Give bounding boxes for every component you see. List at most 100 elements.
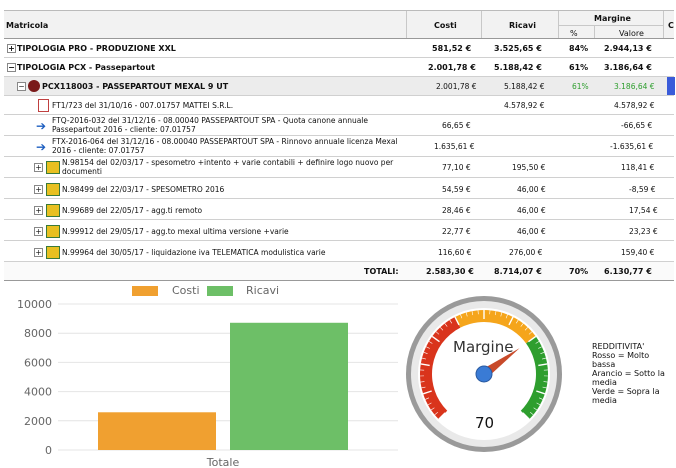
row-valore: -66,65 € [621, 121, 653, 130]
row-costi: 1.635,61 € [434, 142, 475, 151]
header-costi[interactable]: Costi [434, 21, 457, 30]
product-icon [28, 80, 40, 92]
row-ricavi: 5.188,42 € [504, 82, 545, 91]
header-extra[interactable]: C [668, 21, 674, 30]
row-ricavi: 4.578,92 € [504, 101, 545, 110]
y-tick-label: 4000 [24, 386, 52, 399]
row-valore: 2.944,13 € [604, 44, 652, 53]
gauge-min-label: 0 [450, 406, 456, 416]
row-costi: 22,77 € [442, 227, 471, 236]
y-tick-label: 6000 [24, 356, 52, 369]
y-tick-label: 10000 [17, 298, 52, 311]
expand-icon[interactable]: + [34, 227, 43, 236]
row-valore: 4.578,92 € [614, 101, 655, 110]
row-costi: 77,10 € [442, 163, 471, 172]
row-ricavi: 5.188,42 € [494, 63, 542, 72]
header-valore[interactable]: Valore [619, 29, 644, 38]
row-valore: 3.186,64 € [614, 82, 655, 91]
row-pct: 84% [569, 44, 589, 53]
row-label: N.98499 del 22/03/17 - SPESOMETRO 2016 [62, 185, 225, 194]
table-row[interactable]: FT1/723 del 31/10/16 - 007.01757 MATTEI … [4, 96, 674, 115]
header-percent[interactable]: % [570, 29, 578, 38]
bar-costi [98, 412, 216, 450]
row-costi: 28,46 € [442, 206, 471, 215]
row-label: PCX118003 - PASSEPARTOUT MEXAL 9 UT [42, 82, 229, 91]
expand-icon[interactable]: + [34, 163, 43, 172]
note-rosso: Rosso = Molto bassa [592, 351, 650, 369]
arrow-right-icon: ➔ [36, 119, 47, 133]
row-ricavi: 46,00 € [517, 206, 546, 215]
table-row[interactable]: − PCX118003 - PASSEPARTOUT MEXAL 9 UT 2.… [4, 77, 675, 96]
task-icon [46, 204, 60, 217]
table-row[interactable]: ➔ FTQ-2016-032 del 31/12/16 - 08.00040 P… [4, 115, 674, 136]
table-header: Matricola Costi Ricavi Margine % Valore … [4, 10, 674, 39]
header-matricola[interactable]: Matricola [6, 21, 48, 30]
table-row[interactable]: + N.98154 del 02/03/17 - spesometro +int… [4, 157, 674, 178]
header-margine[interactable]: Margine [594, 14, 631, 23]
table-row[interactable]: + TIPOLOGIA PRO - PRODUZIONE XXL 581,52 … [4, 39, 674, 58]
totals-label: TOTALI: [364, 267, 399, 276]
note-verde: Verde = Sopra la media [592, 387, 660, 405]
row-label: FTQ-2016-032 del 31/12/16 - 08.00040 PAS… [52, 116, 368, 134]
row-label: FTX-2016-064 del 31/12/16 - 08.00040 PAS… [52, 137, 398, 155]
gauge-title: Margine [453, 338, 514, 356]
row-valore: 17,54 € [629, 206, 658, 215]
y-tick-label: 8000 [24, 327, 52, 340]
row-valore: 3.186,64 € [604, 63, 652, 72]
row-ricavi: 195,50 € [512, 163, 546, 172]
bar-ricavi [230, 322, 348, 450]
row-pct: 61% [569, 63, 589, 72]
document-icon [38, 99, 49, 112]
expand-icon[interactable]: + [34, 185, 43, 194]
row-label: TIPOLOGIA PCX - Passepartout [17, 63, 155, 72]
row-valore: 23,23 € [629, 227, 658, 236]
note-title: REDDITIVITA' [592, 342, 645, 351]
row-pct: 61% [572, 82, 589, 91]
expand-icon[interactable]: + [34, 248, 43, 257]
y-tick-label: 2000 [24, 415, 52, 428]
expand-icon[interactable]: + [7, 44, 16, 53]
note-arancio: Arancio = Sotto la media [592, 369, 665, 387]
row-label: FT1/723 del 31/10/16 - 007.01757 MATTEI … [52, 101, 234, 110]
bar-chart: Costi Ricavi 0 2000 4000 6000 8000 10000 Total… [0, 280, 400, 468]
totals-costi: 2.583,30 € [426, 267, 474, 276]
row-costi: 54,59 € [442, 185, 471, 194]
table-row[interactable]: + N.98499 del 22/03/17 - SPESOMETRO 2016… [4, 178, 674, 199]
totals-row: TOTALI: 2.583,30 € 8.714,07 € 70% 6.130,… [4, 262, 674, 281]
table-row[interactable]: + N.99689 del 22/05/17 - agg.ti remoto 2… [4, 199, 674, 220]
arrow-right-icon: ➔ [36, 140, 47, 154]
collapse-icon[interactable]: − [7, 63, 16, 72]
expand-icon[interactable]: + [34, 206, 43, 215]
row-valore: 118,41 € [621, 163, 655, 172]
row-label: N.99964 del 30/05/17 - liquidazione iva … [62, 248, 326, 257]
row-ricavi: 276,00 € [509, 248, 543, 257]
row-label: N.98154 del 02/03/17 - spesometro +inten… [62, 158, 394, 176]
task-icon [46, 161, 60, 174]
row-label: TIPOLOGIA PRO - PRODUZIONE XXL [17, 44, 176, 53]
x-category-label: Totale [206, 456, 240, 468]
y-tick-label: 0 [45, 444, 52, 457]
row-ricavi: 46,00 € [517, 227, 546, 236]
totals-valore: 6.130,77 € [604, 267, 652, 276]
margin-table: Matricola Costi Ricavi Margine % Valore … [4, 10, 675, 281]
row-ricavi: 3.525,65 € [494, 44, 542, 53]
table-row[interactable]: − TIPOLOGIA PCX - Passepartout 2.001,78 … [4, 58, 674, 77]
totals-pct: 70% [569, 267, 589, 276]
table-row[interactable]: ➔ FTX-2016-064 del 31/12/16 - 08.00040 P… [4, 136, 674, 157]
gauge-hub [475, 365, 493, 383]
totals-ricavi: 8.714,07 € [494, 267, 542, 276]
row-valore: -1.635,61 € [610, 142, 654, 151]
row-ricavi: 46,00 € [517, 185, 546, 194]
task-icon [46, 225, 60, 238]
collapse-icon[interactable]: − [17, 82, 26, 91]
profitability-legend: REDDITIVITA' Rosso = Molto bassa Arancio… [592, 342, 674, 405]
row-label: N.99689 del 22/05/17 - agg.ti remoto [62, 206, 203, 215]
margin-gauge: Margine 0 100 70 [404, 292, 564, 452]
header-ricavi[interactable]: Ricavi [509, 21, 536, 30]
table-row[interactable]: + N.99964 del 30/05/17 - liquidazione iv… [4, 241, 674, 262]
task-icon [46, 246, 60, 259]
bar-chart-plot: 0 2000 4000 6000 8000 10000 Totale [17, 298, 398, 468]
selection-marker [667, 77, 675, 95]
row-costi: 2.001,78 € [436, 82, 477, 91]
table-row[interactable]: + N.99912 del 29/05/17 - agg.to mexal ul… [4, 220, 674, 241]
